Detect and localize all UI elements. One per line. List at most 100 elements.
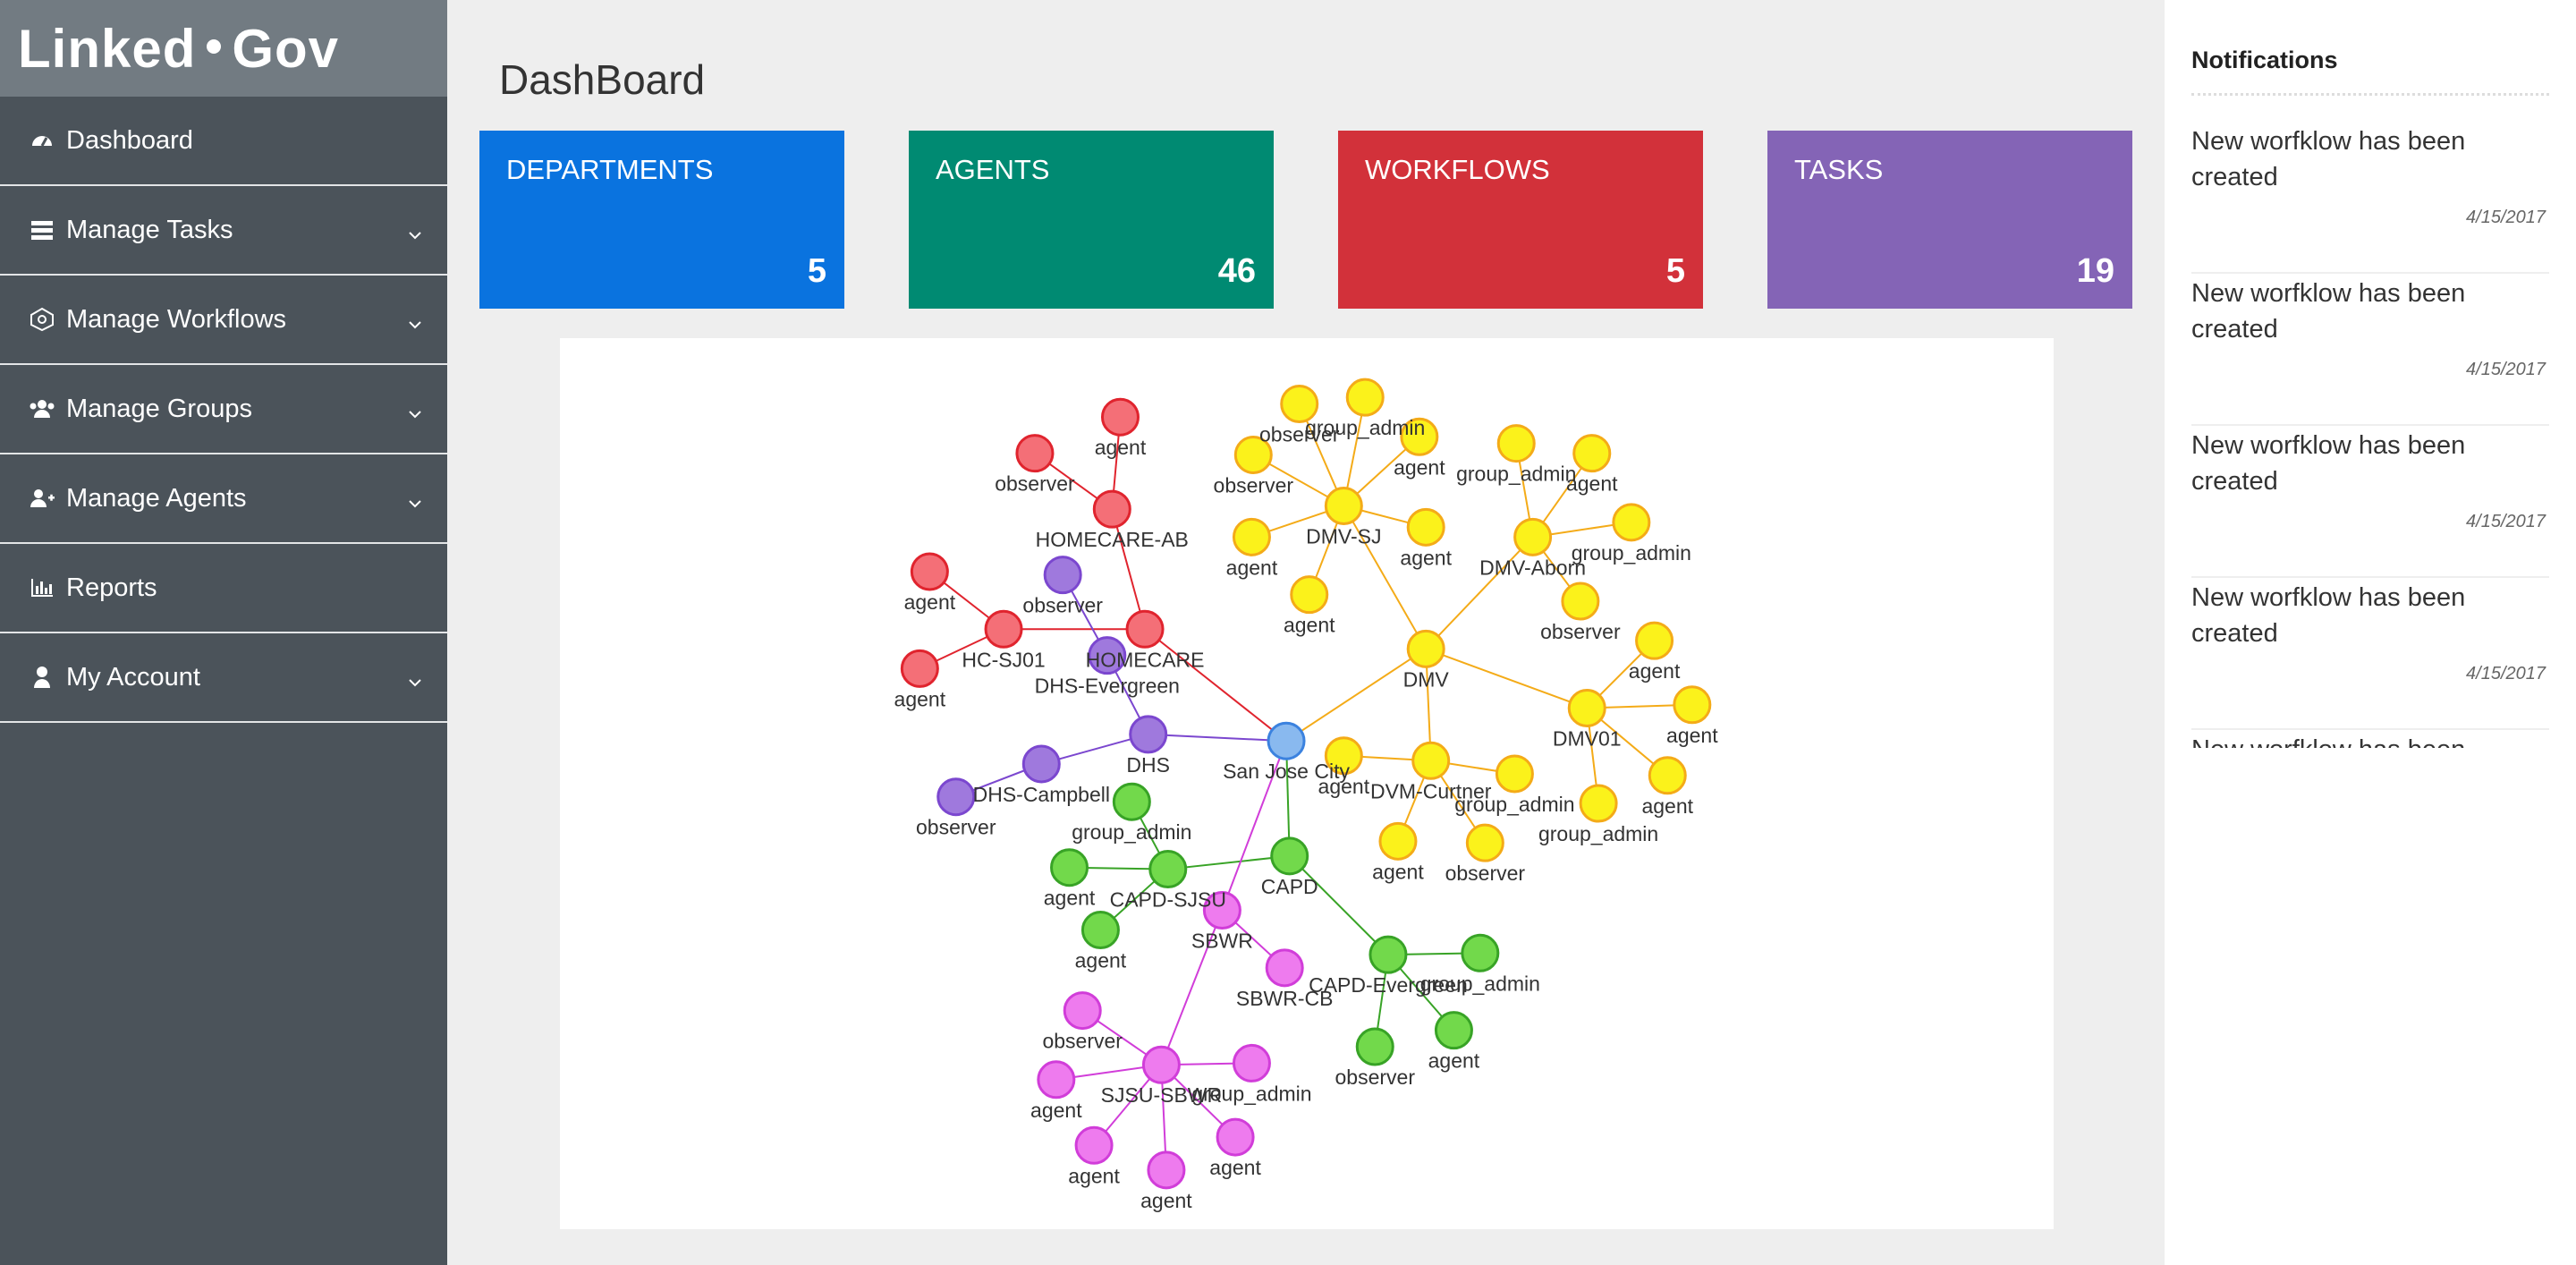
graph-node[interactable] xyxy=(1648,756,1687,795)
users-icon xyxy=(29,395,55,422)
graph-node[interactable] xyxy=(1673,685,1712,725)
notification-message: New worfklow has been created xyxy=(2191,127,2466,191)
notification-item[interactable]: New worfklow has been created xyxy=(2191,732,2549,748)
sidebar-item-reports[interactable]: Reports xyxy=(0,544,447,633)
graph-node[interactable] xyxy=(1129,715,1168,754)
graph-node[interactable] xyxy=(1270,836,1309,876)
graph-node[interactable] xyxy=(1043,556,1082,595)
graph-node-label: observer xyxy=(1214,473,1294,497)
sidebar-item-manage-workflows[interactable]: Manage Workflows xyxy=(0,276,447,365)
graph-node[interactable] xyxy=(1148,850,1188,889)
workflow-icon xyxy=(29,306,55,333)
graph-node[interactable] xyxy=(1216,1117,1255,1157)
bar-chart-icon xyxy=(29,574,55,601)
graph-node-label: agent xyxy=(1400,546,1452,569)
sidebar-item-manage-groups[interactable]: Manage Groups xyxy=(0,365,447,454)
graph-node-label: agent xyxy=(1428,1049,1480,1073)
graph-node[interactable] xyxy=(1037,1060,1076,1099)
graph-node-label: agent xyxy=(1666,724,1718,747)
network-graph[interactable]: San Jose CityHOMECAREHOMECARE-ABagentobs… xyxy=(560,338,2054,1229)
graph-node-label: observer xyxy=(916,816,996,839)
sidebar-item-label: Manage Groups xyxy=(66,394,252,423)
graph-node[interactable] xyxy=(900,649,939,688)
notification-item[interactable]: New worfklow has been created 4/15/2017 xyxy=(2191,276,2549,426)
graph-node[interactable] xyxy=(1406,629,1445,668)
tasks-card[interactable]: TASKS 19 xyxy=(1767,131,2132,309)
graph-node[interactable] xyxy=(1080,911,1120,950)
graph-node[interactable] xyxy=(1092,489,1131,529)
graph-node[interactable] xyxy=(1100,397,1140,437)
notification-message: New worfklow has been created xyxy=(2191,583,2466,648)
sidebar-item-manage-agents[interactable]: Manage Agents xyxy=(0,454,447,544)
graph-node[interactable] xyxy=(1406,507,1445,547)
notification-item[interactable]: New worfklow has been created 4/15/2017 xyxy=(2191,123,2549,274)
stat-label: DEPARTMENTS xyxy=(506,154,714,185)
graph-node[interactable] xyxy=(984,609,1023,649)
graph-node-label: group_admin xyxy=(1456,463,1576,486)
notification-message: New worfklow has been created xyxy=(2191,279,2466,344)
graph-node-label: agent xyxy=(1044,887,1096,910)
graph-node[interactable] xyxy=(1050,848,1089,887)
sidebar-item-dashboard[interactable]: Dashboard xyxy=(0,97,447,186)
graph-node-label: observer xyxy=(1540,620,1621,643)
graph-node[interactable] xyxy=(1147,1150,1186,1190)
graph-node[interactable] xyxy=(1141,1045,1181,1084)
graph-node[interactable] xyxy=(1355,1027,1394,1066)
sidebar-item-my-account[interactable]: My Account xyxy=(0,633,447,723)
graph-node[interactable] xyxy=(1495,754,1534,794)
sidebar-item-label: Manage Workflows xyxy=(66,304,287,334)
graph-node[interactable] xyxy=(1561,582,1600,621)
graph-node[interactable] xyxy=(1063,991,1102,1031)
graph-node[interactable] xyxy=(1461,933,1500,972)
graph-node[interactable] xyxy=(1074,1125,1114,1165)
notification-message: New worfklow has been created xyxy=(2191,431,2466,496)
graph-node[interactable] xyxy=(1232,517,1271,556)
sidebar: Linked Gov Dashboard Manage Tasks Manage… xyxy=(0,0,447,1265)
notification-item[interactable]: New worfklow has been created 4/15/2017 xyxy=(2191,428,2549,578)
chevron-down-icon xyxy=(408,218,422,248)
graph-node[interactable] xyxy=(1411,741,1451,780)
graph-node-label: group_admin xyxy=(1420,972,1540,995)
graph-node[interactable] xyxy=(1465,823,1504,862)
graph-node[interactable] xyxy=(1567,688,1606,727)
graph-node[interactable] xyxy=(1635,621,1674,660)
graph-node[interactable] xyxy=(1232,1043,1271,1082)
graph-node[interactable] xyxy=(1378,821,1418,861)
sidebar-item-manage-tasks[interactable]: Manage Tasks xyxy=(0,186,447,276)
graph-node[interactable] xyxy=(1496,424,1536,463)
graph-node[interactable] xyxy=(936,777,976,817)
graph-node[interactable] xyxy=(1265,948,1304,988)
stat-count: 19 xyxy=(2076,252,2114,290)
graph-node[interactable] xyxy=(1112,782,1151,821)
graph-node[interactable] xyxy=(1015,434,1055,473)
graph-node-label: group_admin xyxy=(1305,416,1425,439)
graph-node[interactable] xyxy=(1612,503,1651,542)
graph-node[interactable] xyxy=(910,552,949,591)
notification-item[interactable]: New worfklow has been created 4/15/2017 xyxy=(2191,580,2549,730)
graph-node-label: DHS xyxy=(1126,753,1170,777)
graph-node[interactable] xyxy=(1290,575,1329,615)
stat-count: 46 xyxy=(1217,252,1256,290)
graph-node-label: agent xyxy=(1318,775,1370,798)
graph-node[interactable] xyxy=(1513,517,1553,556)
graph-node[interactable] xyxy=(1572,434,1612,473)
graph-node[interactable] xyxy=(1021,744,1061,784)
graph-node-label: DMV-Aborn xyxy=(1479,556,1586,579)
graph-node-label: observer xyxy=(1022,594,1103,617)
graph-node[interactable] xyxy=(1368,935,1408,974)
graph-node[interactable] xyxy=(1345,378,1385,417)
graph-node[interactable] xyxy=(1579,784,1618,823)
stat-label: TASKS xyxy=(1794,154,1884,185)
graph-node[interactable] xyxy=(1324,486,1363,525)
brand-logo[interactable]: Linked Gov xyxy=(0,0,447,97)
departments-card[interactable]: DEPARTMENTS 5 xyxy=(479,131,844,309)
graph-node[interactable] xyxy=(1267,721,1306,760)
graph-node[interactable] xyxy=(1125,609,1165,649)
graph-node-label: DMV xyxy=(1403,667,1450,691)
network-graph-panel[interactable]: San Jose City HOMECARE HOMECARE-AB agent obs… xyxy=(560,338,2054,1229)
graph-node-label: DHS-Evergreen xyxy=(1035,675,1180,698)
agents-card[interactable]: AGENTS 46 xyxy=(909,131,1274,309)
graph-node-label: HC-SJ01 xyxy=(962,648,1045,671)
graph-node[interactable] xyxy=(1434,1011,1473,1050)
workflows-card[interactable]: WORKFLOWS 5 xyxy=(1338,131,1703,309)
